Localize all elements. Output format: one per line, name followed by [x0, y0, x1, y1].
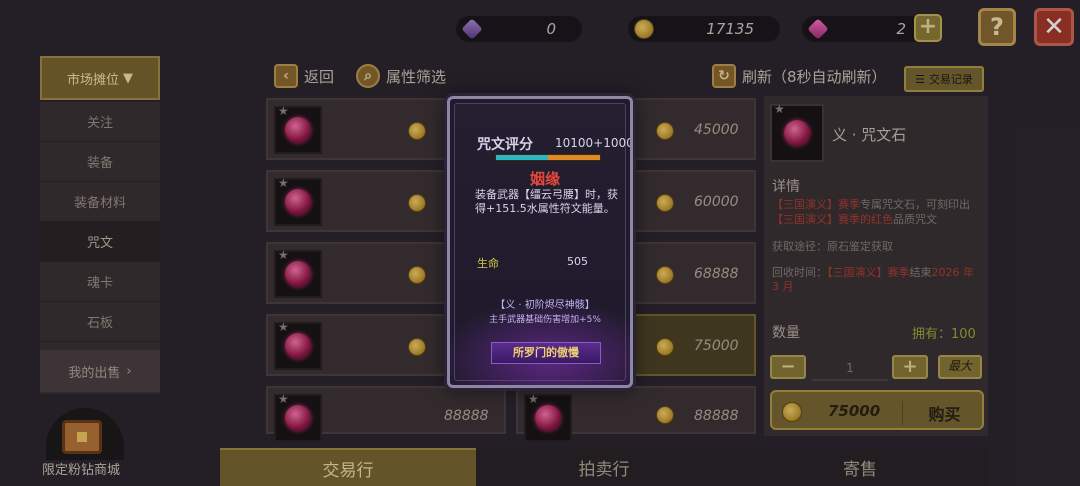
- set-name: 【义 · 初阶烬尽神骸】: [495, 300, 595, 311]
- rune-description: 装备武器【缰云弓腰】时，获得+151.5水属性符文能量。: [475, 188, 618, 215]
- rune-score-title: 咒文评分: [477, 137, 533, 153]
- stat-name: 生命: [477, 257, 499, 270]
- rune-tooltip-popup: 咒文评分 10100+1000 姻缘 装备武器【缰云弓腰】时，获得+151.5水…: [447, 96, 633, 388]
- rune-score-bar-fill: [496, 155, 548, 160]
- set-effect: 主手武器基础伤害增加+5%: [489, 315, 601, 325]
- popup-frame: 咒文评分 10100+1000 姻缘 装备武器【缰云弓腰】时，获得+151.5水…: [450, 103, 630, 385]
- rune-title-ribbon: 所罗门的傲慢: [491, 342, 601, 364]
- rune-score-bar: [495, 154, 601, 161]
- rune-score-value: 10100+1000: [555, 136, 633, 150]
- stat-value: 505: [567, 255, 588, 268]
- rune-name: 姻缘: [529, 170, 560, 188]
